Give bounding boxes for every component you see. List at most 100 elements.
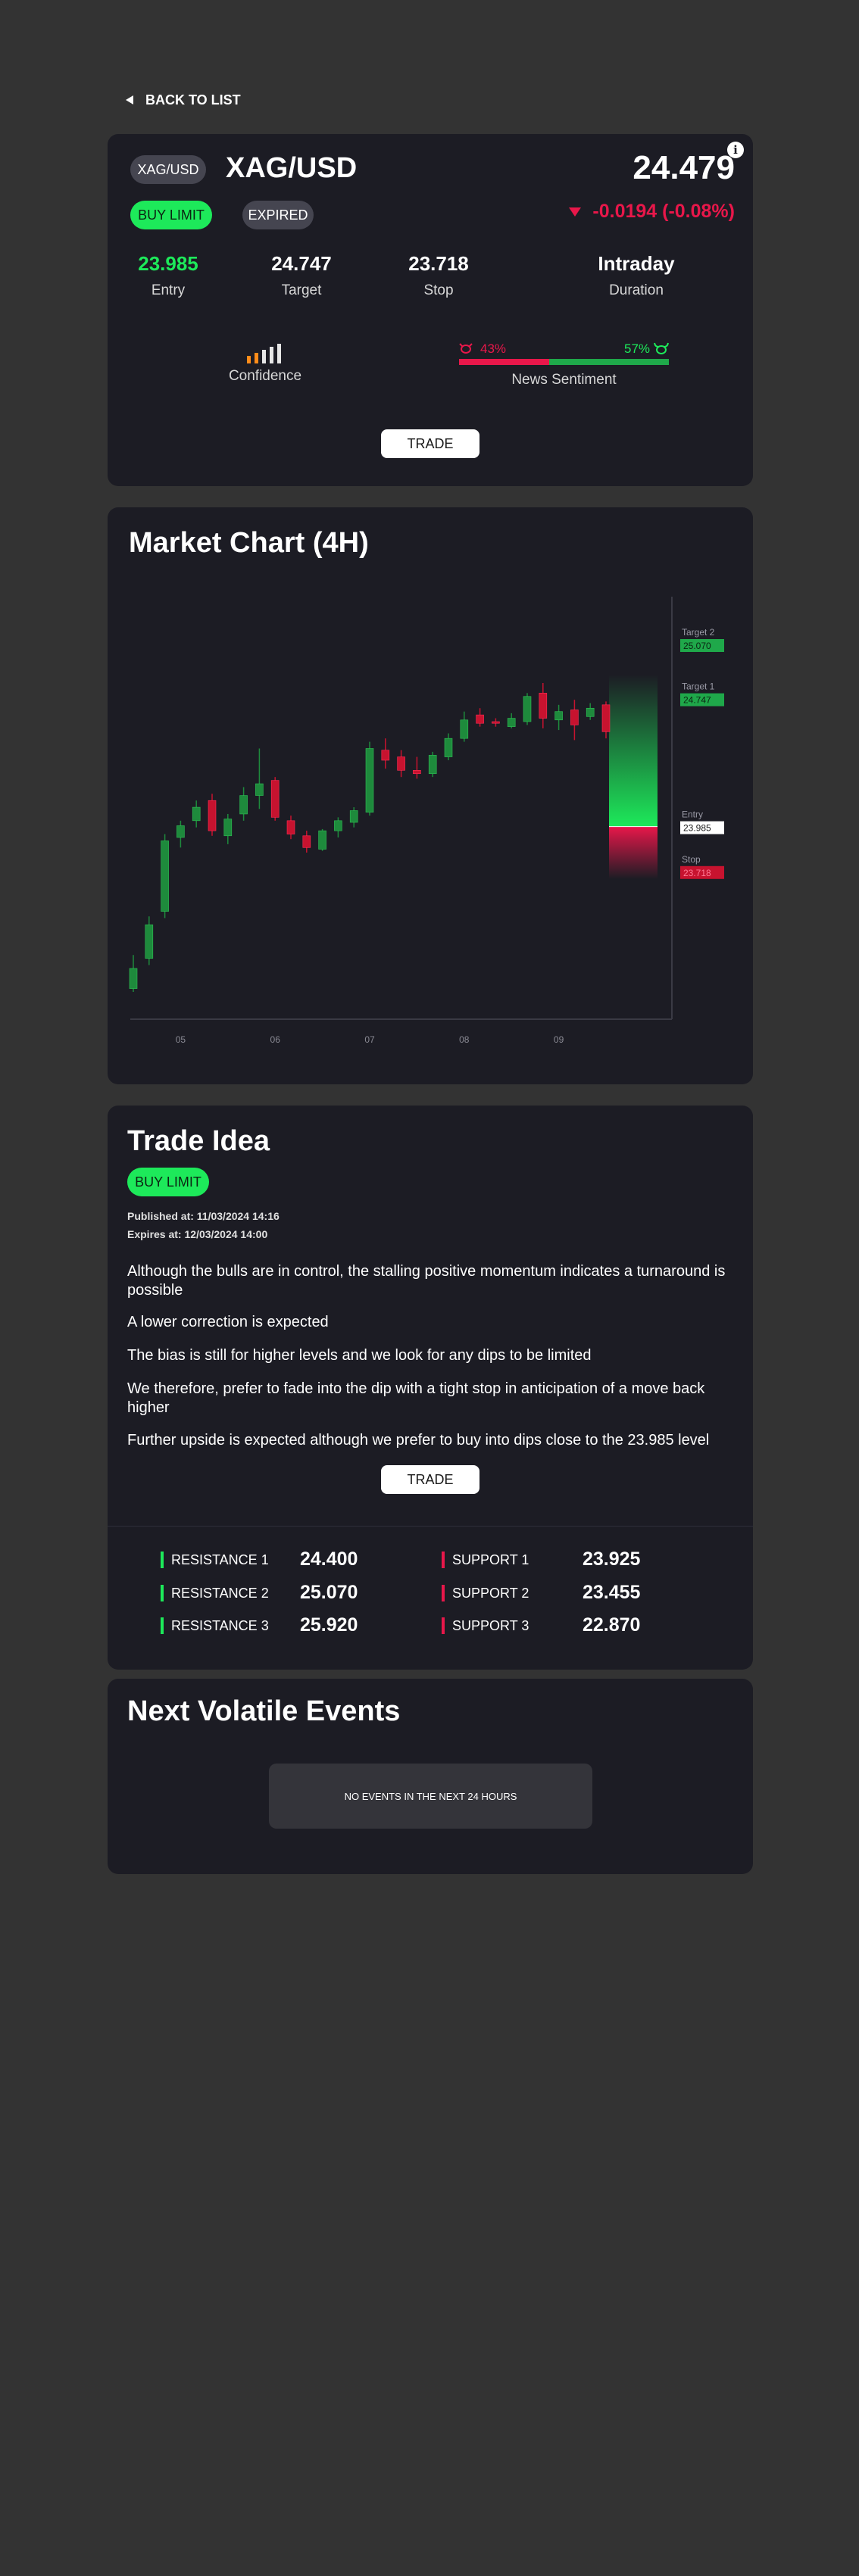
candle-body [539, 693, 548, 719]
bull-percent: 57% [624, 341, 651, 356]
support-2-label: SUPPORT 2 [452, 1586, 529, 1601]
resistance-3-value: 25.920 [300, 1614, 358, 1636]
candle-body [507, 718, 516, 727]
trade-idea-paragraph-2: A lower correction is expected [127, 1314, 329, 1330]
candle [523, 693, 532, 725]
confidence-label: Confidence [228, 368, 302, 384]
trade-button[interactable]: TRADE [381, 429, 479, 458]
trade-idea-paragraph-1: Although the bulls are in control, the s… [127, 1263, 726, 1299]
price-change: -0.0194 (-0.08%) [568, 201, 735, 223]
stop-value: 23.718 [408, 252, 469, 275]
target-1-value: 24.747 [683, 695, 711, 706]
candle [334, 817, 342, 837]
candle [492, 718, 500, 727]
back-to-list-label: BACK TO LIST [145, 92, 241, 108]
candle [223, 813, 233, 844]
target-zone [609, 675, 658, 827]
candle-body [161, 840, 169, 912]
support-3-value: 22.870 [583, 1614, 641, 1636]
candle [302, 831, 311, 853]
candle-body [381, 750, 390, 761]
confidence-bars-icon [247, 344, 281, 363]
candle-body [286, 820, 295, 834]
candle-body [208, 800, 217, 831]
sentiment-label: News Sentiment [511, 372, 617, 388]
x-tick-label: 06 [270, 1034, 281, 1045]
confidence-bar-2 [255, 353, 258, 363]
candle-body [270, 780, 280, 818]
candle [129, 955, 138, 992]
order-type-badge: BUY LIMIT [130, 201, 212, 229]
info-icon[interactable]: i [727, 142, 744, 158]
candle-body [476, 714, 484, 724]
candle [365, 741, 374, 816]
confidence-bar-5 [277, 344, 281, 363]
candle-body [255, 783, 264, 796]
x-tick-label: 05 [176, 1034, 186, 1045]
candle [554, 704, 563, 731]
candle-body [302, 835, 311, 848]
symbol-title: XAG/USD [226, 152, 358, 184]
stop-label: Stop [423, 282, 454, 298]
entry-value: 23.985 [683, 823, 711, 834]
no-events-message: NO EVENTS IN THE NEXT 24 HOURS [344, 1790, 517, 1802]
candle [255, 748, 264, 809]
candlestick-chart: 05 06 07 08 09 Target 2 25.070 Target 1 24.747 E… [129, 597, 724, 1045]
x-tick-label: 08 [459, 1034, 470, 1045]
candle [601, 701, 611, 739]
x-tick-label: 09 [554, 1034, 564, 1045]
sentiment-bull-segment [549, 359, 669, 365]
candle [176, 820, 185, 848]
candle [239, 787, 248, 821]
down-triangle-icon [569, 207, 582, 217]
resistance-1-marker [161, 1552, 164, 1568]
market-chart-card: Market Chart (4H) 05 06 07 08 09 Target 2 25.… [108, 507, 753, 1084]
resistance-2-marker [161, 1585, 164, 1601]
candle-body [554, 711, 563, 721]
candle-body [523, 696, 532, 722]
candle-body [428, 755, 437, 775]
candle [161, 834, 169, 918]
trade-idea-trade-button[interactable]: TRADE [381, 1465, 479, 1494]
support-2-marker [442, 1585, 445, 1601]
candle-body [129, 968, 138, 989]
support-2-value: 23.455 [583, 1582, 641, 1603]
candle [381, 738, 390, 769]
candle [586, 703, 595, 720]
x-tick-label: 07 [364, 1034, 375, 1045]
resistance-1-label: RESISTANCE 1 [171, 1552, 269, 1567]
candle-body [492, 721, 500, 724]
resistance-3-label: RESISTANCE 3 [171, 1618, 269, 1633]
published-at: Published at: 11/03/2024 14:16 [127, 1210, 280, 1222]
target-1-label: Target 1 [682, 681, 715, 692]
resistance-2-value: 25.070 [300, 1582, 358, 1603]
candle-body [365, 748, 374, 813]
candle-body [318, 830, 326, 850]
back-to-list-link[interactable]: BACK TO LIST [124, 91, 241, 109]
candle [444, 733, 453, 760]
candle [349, 807, 358, 828]
target-value: 24.747 [271, 252, 332, 275]
stop-label: Stop [682, 854, 701, 865]
resistance-2-label: RESISTANCE 2 [171, 1586, 269, 1601]
candle-body [601, 704, 611, 732]
target-label: Target [281, 282, 322, 298]
bull-icon [654, 342, 669, 354]
candle [145, 916, 154, 965]
trade-idea-paragraph-4: We therefore, prefer to fade into the di… [127, 1380, 705, 1416]
bear-icon [459, 343, 473, 354]
support-3-label: SUPPORT 3 [452, 1618, 529, 1633]
trade-idea-card: Trade Idea BUY LIMIT Published at: 11/03… [108, 1106, 753, 1670]
candle-body [413, 770, 421, 775]
target-2-value: 25.070 [683, 641, 711, 651]
target-2-label: Target 2 [682, 627, 715, 638]
candle-body [349, 810, 358, 823]
stop-zone [609, 826, 658, 879]
candle-body [460, 719, 469, 739]
candle [270, 777, 280, 821]
candle [192, 800, 201, 828]
candle [397, 750, 405, 778]
current-price: 24.479 [633, 149, 735, 186]
confidence-bar-3 [262, 350, 266, 363]
levels-divider [108, 1526, 753, 1527]
